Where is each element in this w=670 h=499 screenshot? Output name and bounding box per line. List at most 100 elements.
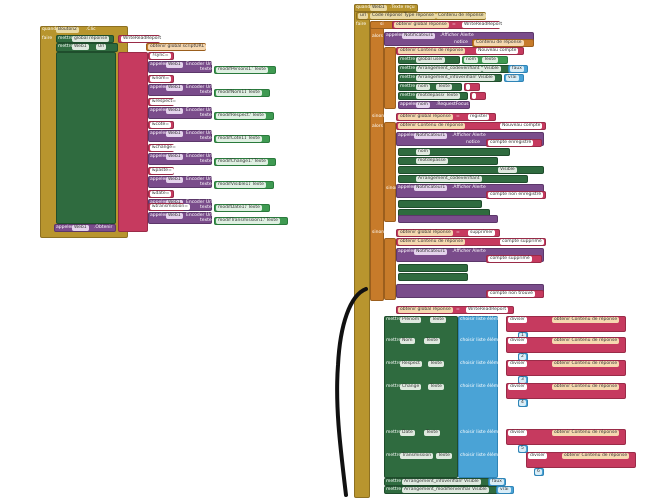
param-type[interactable]: Type réponse (402, 13, 436, 19)
set-row-4-val[interactable] (472, 93, 476, 99)
row-5[interactable]: &paste= appeler Web1 Encoder Url texte m… (148, 167, 308, 189)
set2-row-3-comp[interactable]: Arrangement_codeverifiant (416, 176, 482, 182)
set-row-2-comp[interactable]: Arrangement_infoverifiant (416, 75, 480, 81)
set-row-0-val[interactable]: nom (464, 57, 478, 63)
event-component[interactable]: Bouton2 (56, 27, 79, 33)
cond-3-value[interactable]: register (468, 114, 490, 120)
set2-row-2-prop[interactable]: Visible (498, 167, 517, 173)
set-row-4-prop[interactable]: Texte (444, 93, 460, 99)
row-3[interactable]: &cote= appeler Web1 Encoder Url texte mo… (148, 121, 308, 143)
cond-5-var[interactable]: obtenir global réponse (398, 230, 453, 236)
list-row-3-divider[interactable]: diviser (508, 384, 527, 390)
cond-1-value[interactable]: WriteReadReport (462, 22, 505, 28)
set2-row-2[interactable] (398, 166, 544, 174)
row-text[interactable]: ?sync= (150, 53, 171, 59)
set-row-3-val[interactable] (466, 84, 470, 90)
list-row-3-idx[interactable]: 4 (519, 400, 526, 406)
notifier-2-comp[interactable]: Notificateur1 (414, 133, 448, 139)
row-component[interactable]: Web1 (166, 154, 183, 160)
list-row-5-idx[interactable]: 6 (535, 469, 542, 475)
cond-6-value[interactable]: compte supprimé (500, 239, 544, 245)
cond-3-var[interactable]: obtenir global réponse (398, 114, 453, 120)
set-row-4[interactable]: mettre motdepasse Texte (398, 92, 538, 100)
set-row-0-extra[interactable]: Texte (482, 57, 498, 63)
list-row-1-content[interactable]: obtenir Contenu de réponse (552, 338, 620, 344)
final-row-0-prop[interactable]: Visible (462, 479, 481, 485)
list-row-4-comp[interactable]: Date (400, 430, 415, 436)
set3-row-0[interactable] (398, 200, 482, 208)
row-prop[interactable]: Texte (252, 67, 268, 73)
list-row-0-prop[interactable]: Texte (430, 317, 446, 323)
set4-row-1[interactable] (398, 273, 468, 281)
set-global-var[interactable]: global réponse (72, 36, 110, 42)
msg-3[interactable]: compte non enregistré (488, 192, 544, 198)
row-component[interactable]: Web1 (166, 131, 183, 137)
row-field[interactable]: modifVisible11 (216, 182, 254, 188)
list-row-3-prop[interactable]: Texte (428, 384, 444, 390)
row-7[interactable]: &transmission= appeler Web1 Encoder Url … (148, 203, 308, 225)
msg-5[interactable]: compte non trouvé (488, 291, 535, 297)
right-event-component[interactable]: Web1 (370, 5, 387, 11)
cond-6-var[interactable]: obtenir Contenu de réponse (398, 239, 466, 245)
cond-1-var[interactable]: obtenir global réponse (394, 22, 449, 28)
left-event-header[interactable]: quand Bouton2 .Clic (42, 27, 132, 34)
list-row-5-content[interactable]: obtenir Contenu de réponse (562, 453, 630, 459)
right-event-header[interactable]: quand Web1 .Texte reçu (354, 4, 484, 12)
list-row-1-prop[interactable]: Texte (424, 338, 440, 344)
row-0[interactable]: ?sync= appeler Web1 Encoder Url texte mo… (148, 52, 308, 74)
list-row-2-content[interactable]: obtenir Contenu de réponse (552, 361, 620, 367)
row-prop[interactable]: Texte (264, 218, 280, 224)
cond-7-var[interactable]: obtenir global réponse (398, 307, 453, 313)
final-row-1-val[interactable]: vrai (498, 487, 511, 493)
row-field[interactable]: modifPersons11 (216, 67, 257, 73)
list-row-0-divider[interactable]: diviser (508, 317, 527, 323)
set-row-5-comp[interactable]: nom (416, 102, 430, 108)
list-row-5-comp[interactable]: Transmission (400, 453, 434, 459)
row-text[interactable]: &cote= (150, 122, 172, 128)
list-row-0-content[interactable]: obtenir Contenu de réponse (552, 317, 620, 323)
list-row-4-divider[interactable]: diviser (508, 430, 527, 436)
row-component[interactable]: Web1 (166, 177, 183, 183)
set-row-3-comp[interactable]: nom (416, 84, 430, 90)
msg-4[interactable]: compte supprimé (488, 256, 532, 262)
list-row-5-divider[interactable]: diviser (528, 453, 547, 459)
set-url-prop[interactable]: Url (96, 44, 107, 50)
if-block-3[interactable] (384, 122, 396, 222)
global-value[interactable]: WriteReadReport (121, 36, 164, 42)
set2-row-1-comp[interactable]: motdepasse (416, 158, 448, 164)
param-code[interactable]: Code réponse (370, 13, 406, 19)
cond-7-value[interactable]: WriteReadReport (466, 307, 509, 313)
list-row-2-divider[interactable]: diviser (508, 361, 527, 367)
final-row-1-prop[interactable]: Visible (470, 487, 489, 493)
final-row-0-val[interactable]: faux (490, 479, 504, 485)
notifier-1-comp[interactable]: Notificateur1 (402, 33, 436, 39)
row-prop[interactable]: Texte (246, 136, 262, 142)
if-block-4[interactable] (384, 238, 396, 300)
list-row-1-divider[interactable]: diviser (508, 338, 527, 344)
param-url[interactable]: url (358, 13, 368, 19)
row-4[interactable]: &change= appeler Web1 Encoder Url texte … (148, 144, 308, 166)
row-prop[interactable]: Texte (250, 182, 266, 188)
row-text[interactable]: &change= (150, 145, 178, 151)
row-component[interactable]: Web1 (166, 85, 183, 91)
list-row-3-content[interactable]: obtenir Contenu de réponse (552, 384, 620, 390)
row-prop[interactable]: Texte (250, 113, 266, 119)
list-row-0-comp[interactable]: Prénom (400, 317, 422, 323)
set-row-1-prop[interactable]: Visible (482, 66, 501, 72)
list-row-2-prop[interactable]: Texte (428, 361, 444, 367)
set2-row-0[interactable] (398, 148, 510, 156)
row-1[interactable]: &nom= appeler Web1 Encoder Url texte mod… (148, 75, 308, 97)
list-row-4-content[interactable]: obtenir Contenu de réponse (552, 430, 620, 436)
list-row-1-comp[interactable]: Nom (400, 338, 415, 344)
set-url-component[interactable]: Web1 (72, 44, 89, 50)
set-row-0[interactable]: mettre global user nom Texte (398, 56, 538, 64)
set-row-3[interactable]: mettre nom Texte (398, 83, 538, 91)
set-row-2[interactable]: mettre Arrangement_infoverifiant Visible… (398, 74, 538, 82)
row-text[interactable]: &paste= (150, 168, 174, 174)
row-text[interactable]: &nom= (150, 76, 172, 82)
row-2[interactable]: &respect= appeler Web1 Encoder Url texte… (148, 98, 308, 120)
row-component[interactable]: Web1 (166, 62, 183, 68)
row-field[interactable]: modifCote11 (216, 136, 249, 142)
cond-5-value[interactable]: supprimer (468, 230, 496, 236)
join-block[interactable] (118, 52, 148, 232)
